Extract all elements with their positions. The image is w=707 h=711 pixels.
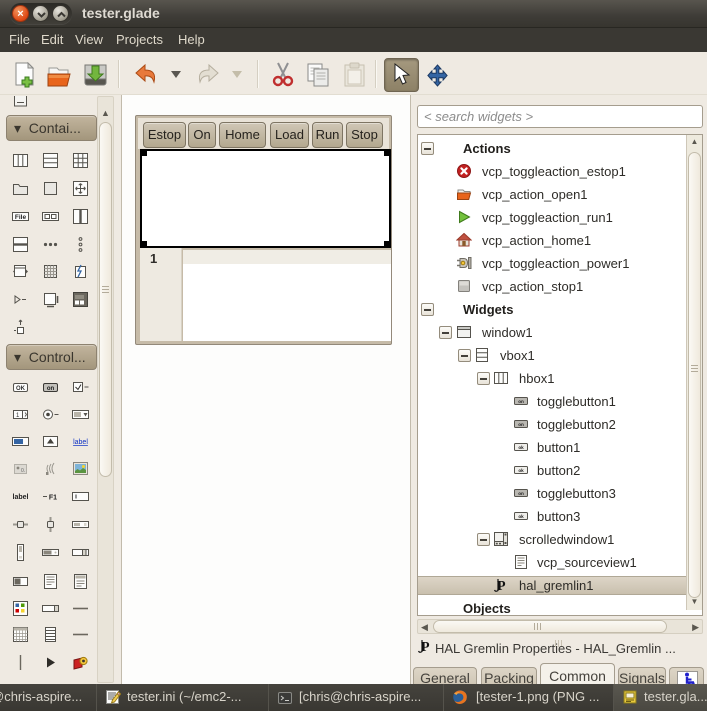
svg-text:0.: 0. [21, 468, 25, 474]
svg-text:label: label [73, 439, 88, 446]
svg-text:F1: F1 [49, 495, 57, 502]
svg-text:on: on [47, 386, 55, 392]
svg-text:File: File [15, 214, 27, 221]
svg-text:on: on [518, 422, 524, 427]
svg-text:ok: ok [518, 468, 524, 473]
svg-text:label: label [13, 494, 29, 501]
svg-text:ok: ok [518, 514, 524, 519]
svg-text:OK: OK [16, 386, 26, 392]
svg-text:on: on [518, 491, 524, 496]
svg-text:on: on [518, 399, 524, 404]
svg-text:ok: ok [518, 445, 524, 450]
